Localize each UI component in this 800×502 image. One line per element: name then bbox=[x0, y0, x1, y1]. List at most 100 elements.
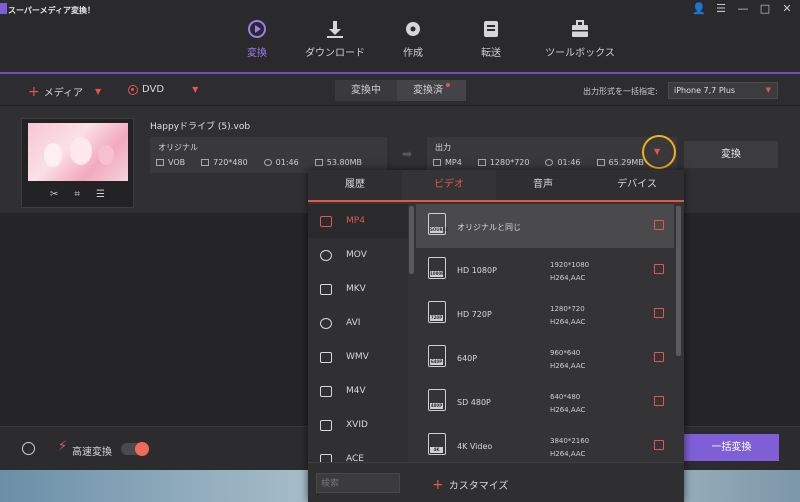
original-info: オリジナル VOB 720*480 01:46 53.80MB bbox=[150, 137, 387, 173]
toggle-knob bbox=[135, 442, 149, 456]
nav-transfer[interactable]: 転送 bbox=[452, 20, 530, 59]
preset-list-scrollbar[interactable] bbox=[676, 206, 681, 356]
preset-tag: SOURCE bbox=[430, 227, 449, 233]
speed-toggle[interactable] bbox=[121, 442, 149, 456]
resolution-icon bbox=[201, 159, 210, 166]
preset-item[interactable]: SOURCE オリジナルと同じ bbox=[416, 204, 674, 248]
preset-name: HD 1080P bbox=[457, 266, 497, 275]
format-value: VOB bbox=[168, 158, 186, 167]
tab-converting[interactable]: 変換中 bbox=[335, 80, 397, 101]
caret-down-icon[interactable]: ▼ bbox=[192, 85, 198, 94]
film-icon bbox=[320, 215, 332, 227]
resolution-720p-icon: 720P bbox=[428, 301, 446, 323]
preset-codec: H264,AAC bbox=[550, 406, 586, 414]
format-label: ACE bbox=[346, 454, 364, 462]
resolution-icon bbox=[477, 159, 486, 166]
alarm-clock-icon[interactable] bbox=[22, 442, 35, 455]
duration-value: 01:46 bbox=[557, 158, 581, 167]
edit-icon[interactable] bbox=[654, 440, 664, 450]
tab-audio[interactable]: 音声 bbox=[496, 170, 590, 200]
preset-tag: 480P bbox=[430, 403, 443, 409]
edit-icon[interactable] bbox=[654, 396, 664, 406]
preset-item[interactable]: 1080P HD 1080P 1920*1080 H264,AAC bbox=[416, 248, 674, 292]
nav-download[interactable]: ダウンロード bbox=[296, 20, 374, 59]
edit-icon[interactable] bbox=[654, 308, 664, 318]
add-media-button[interactable]: + メディア ▼ bbox=[28, 84, 101, 100]
preset-item[interactable]: 640P 640P 960*640 H264,AAC bbox=[416, 336, 674, 380]
edit-icon[interactable] bbox=[654, 264, 664, 274]
preset-resolution: 3840*2160 bbox=[550, 437, 590, 445]
format-item-ace[interactable]: ACE bbox=[308, 442, 408, 462]
caret-down-icon: ▼ bbox=[765, 86, 771, 94]
format-item-m4v[interactable]: M4V bbox=[308, 374, 408, 408]
nav-accent-line bbox=[0, 72, 800, 74]
xvid-icon bbox=[320, 419, 332, 431]
format-label: M4V bbox=[346, 386, 366, 396]
preset-spec: 1920*1080 H264,AAC bbox=[550, 259, 589, 285]
preset-item[interactable]: 480P SD 480P 640*480 H264,AAC bbox=[416, 380, 674, 424]
format-select[interactable]: iPhone 7,7 Plus ▼ bbox=[668, 82, 778, 99]
nav-convert[interactable]: 変換 bbox=[218, 20, 296, 59]
format-item-mp4[interactable]: MP4 bbox=[308, 204, 408, 238]
app-window: スーパーメディア変換！ 👤 ☰ — □ ✕ 変換 ダウンロード 作成 転送 ツー… bbox=[0, 0, 800, 502]
preset-resolution: 960*640 bbox=[550, 349, 581, 357]
lightning-icon: ⚡ bbox=[58, 439, 68, 454]
batch-convert-button[interactable]: 一括変換 bbox=[684, 434, 779, 461]
output-format-dropdown-icon[interactable]: ▼ bbox=[654, 147, 660, 156]
effects-icon[interactable]: ☰ bbox=[96, 189, 105, 200]
format-item-wmv[interactable]: WMV bbox=[308, 340, 408, 374]
format-label: MP4 bbox=[346, 216, 365, 226]
preset-name: SD 480P bbox=[457, 398, 491, 407]
format-meta: MP4 bbox=[433, 158, 462, 167]
customize-button[interactable]: + カスタマイズ bbox=[432, 477, 508, 493]
preset-item[interactable]: 720P HD 720P 1280*720 H264,AAC bbox=[416, 292, 674, 336]
speed-label: 高速変換 bbox=[72, 447, 112, 458]
crop-icon[interactable]: ⌗ bbox=[74, 189, 80, 200]
preset-tag: 640P bbox=[430, 359, 443, 365]
download-icon bbox=[325, 20, 345, 38]
preset-name: HD 720P bbox=[457, 310, 492, 319]
original-meta: VOB 720*480 01:46 53.80MB bbox=[156, 158, 362, 167]
format-label: WMV bbox=[346, 352, 369, 362]
duration-meta: 01:46 bbox=[545, 158, 581, 167]
edit-icon[interactable] bbox=[654, 352, 664, 362]
format-item-mov[interactable]: MOV bbox=[308, 238, 408, 272]
tab-history[interactable]: 履歴 bbox=[308, 170, 402, 200]
close-icon[interactable]: ✕ bbox=[780, 2, 794, 15]
thumbnail-image bbox=[28, 123, 128, 181]
resolution-meta: 720*480 bbox=[201, 158, 248, 167]
menu-icon[interactable]: ☰ bbox=[714, 2, 728, 15]
file-name: Happyドライブ (5).vob bbox=[150, 122, 251, 132]
dvd-button[interactable]: DVD ▼ bbox=[128, 84, 198, 95]
convert-button[interactable]: 変換 bbox=[684, 141, 778, 168]
account-icon[interactable]: 👤 bbox=[692, 2, 706, 15]
preset-item[interactable]: 4K 4K Video 3840*2160 H264,AAC bbox=[416, 424, 674, 462]
size-meta: 65.29MB bbox=[596, 158, 644, 167]
video-thumbnail[interactable]: ✂ ⌗ ☰ bbox=[21, 118, 134, 208]
maximize-icon[interactable]: □ bbox=[758, 2, 772, 15]
format-item-avi[interactable]: AVI bbox=[308, 306, 408, 340]
caret-down-icon[interactable]: ▼ bbox=[95, 87, 101, 96]
folder-icon bbox=[596, 159, 605, 166]
format-list-scrollbar[interactable] bbox=[409, 206, 414, 274]
resolution-meta: 1280*720 bbox=[477, 158, 529, 167]
preset-codec: H264,AAC bbox=[550, 274, 586, 282]
nav-toolbox[interactable]: ツールボックス bbox=[530, 20, 630, 59]
preset-spec: 1280*720 H264,AAC bbox=[550, 303, 585, 329]
format-item-xvid[interactable]: XVID bbox=[308, 408, 408, 442]
edit-icon[interactable] bbox=[654, 220, 664, 230]
scissors-icon[interactable]: ✂ bbox=[50, 189, 58, 200]
format-label: XVID bbox=[346, 420, 368, 430]
tab-converted[interactable]: 変換済 bbox=[397, 80, 466, 101]
tab-device[interactable]: デバイス bbox=[590, 170, 684, 200]
tab-video[interactable]: ビデオ bbox=[402, 170, 496, 200]
format-search-input[interactable] bbox=[316, 473, 400, 493]
minimize-icon[interactable]: — bbox=[736, 2, 750, 15]
format-item-mkv[interactable]: MKV bbox=[308, 272, 408, 306]
preset-tag: 4K bbox=[430, 447, 443, 453]
app-logo bbox=[0, 3, 7, 14]
output-info: 出力 MP4 1280*720 01:46 65.29MB bbox=[427, 137, 677, 173]
output-meta: MP4 1280*720 01:46 65.29MB bbox=[433, 158, 644, 167]
nav-create[interactable]: 作成 bbox=[374, 20, 452, 59]
preset-tag: 1080P bbox=[430, 271, 445, 277]
